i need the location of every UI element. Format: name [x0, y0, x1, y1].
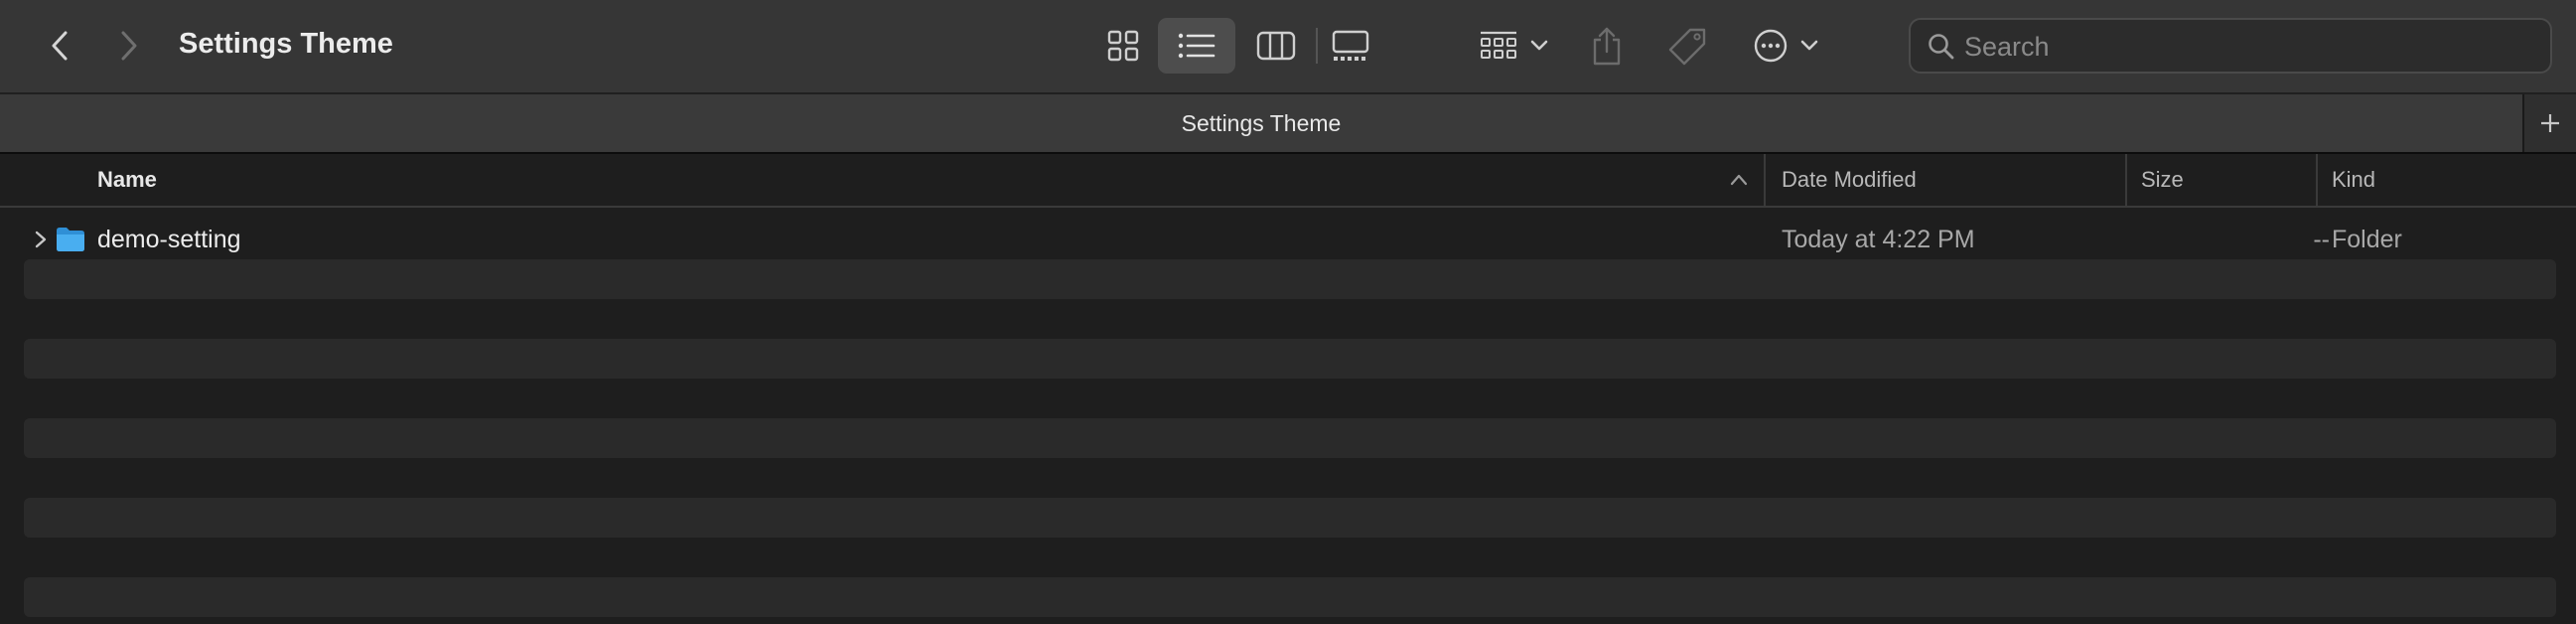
window-title: Settings Theme — [179, 28, 393, 60]
gallery-view-icon — [1332, 30, 1369, 61]
list-view-icon — [1178, 33, 1216, 59]
tab-bar: Settings Theme — [0, 92, 2576, 154]
column-view-icon — [1256, 31, 1296, 61]
chevron-left-icon — [52, 31, 68, 61]
tab-settings-theme[interactable]: Settings Theme — [0, 94, 2522, 152]
empty-row-stripe — [24, 339, 2556, 379]
icon-view-icon — [1107, 30, 1139, 62]
empty-row-stripe — [24, 577, 2556, 617]
empty-row-stripe — [24, 259, 2556, 299]
column-header-kind[interactable]: Kind — [2316, 154, 2576, 206]
file-size: -- — [2313, 226, 2330, 253]
column-header-size[interactable]: Size — [2125, 154, 2316, 206]
ellipsis-circle-icon — [1754, 29, 1788, 63]
group-by-button[interactable] — [1474, 24, 1553, 68]
finder-window: Settings Theme Search Settings Theme Nam… — [0, 0, 2576, 624]
file-date-modified: Today at 4:22 PM — [1782, 226, 1975, 253]
plus-icon — [2541, 114, 2559, 132]
back-button[interactable] — [36, 22, 83, 70]
file-kind: Folder — [2332, 226, 2402, 253]
empty-row-stripe — [24, 498, 2556, 538]
sort-ascending-icon[interactable] — [1728, 170, 1750, 190]
chevron-right-icon — [121, 31, 137, 61]
gallery-view-button[interactable] — [1325, 24, 1376, 68]
toolbar: Settings Theme — [0, 0, 2576, 92]
folder-icon — [57, 228, 84, 251]
chevron-down-icon — [1800, 40, 1818, 51]
column-header-name-label: Name — [97, 167, 157, 192]
disclosure-chevron-icon[interactable] — [32, 230, 50, 249]
more-actions-button[interactable] — [1746, 22, 1825, 70]
search-field[interactable] — [1909, 18, 2552, 74]
group-by-icon — [1481, 31, 1516, 59]
search-icon — [1929, 34, 1954, 60]
file-list: demo-setting Today at 4:22 PM -- Folder — [0, 208, 2576, 624]
column-header-name[interactable]: Name — [97, 154, 1756, 206]
new-tab-button[interactable] — [2522, 94, 2576, 152]
chevron-down-icon — [1530, 40, 1548, 51]
column-headers: Name Date Modified Size Kind — [0, 154, 2576, 208]
list-view-button[interactable] — [1158, 18, 1235, 74]
column-header-date-modified[interactable]: Date Modified — [1764, 154, 2125, 206]
search-input[interactable] — [1962, 28, 2532, 66]
icon-view-button[interactable] — [1099, 24, 1147, 68]
column-header-date-label: Date Modified — [1782, 167, 1917, 192]
tag-button[interactable] — [1660, 20, 1714, 74]
forward-button[interactable] — [105, 22, 153, 70]
column-view-button[interactable] — [1249, 24, 1303, 68]
tag-icon — [1668, 28, 1706, 66]
empty-row-stripe — [24, 418, 2556, 458]
file-name: demo-setting — [97, 226, 241, 253]
share-button[interactable] — [1585, 18, 1629, 74]
column-header-size-label: Size — [2141, 167, 2184, 192]
file-row[interactable]: demo-setting Today at 4:22 PM -- Folder — [22, 220, 2556, 259]
share-icon — [1593, 27, 1621, 66]
toolbar-divider — [1316, 28, 1318, 64]
column-header-kind-label: Kind — [2332, 167, 2376, 192]
